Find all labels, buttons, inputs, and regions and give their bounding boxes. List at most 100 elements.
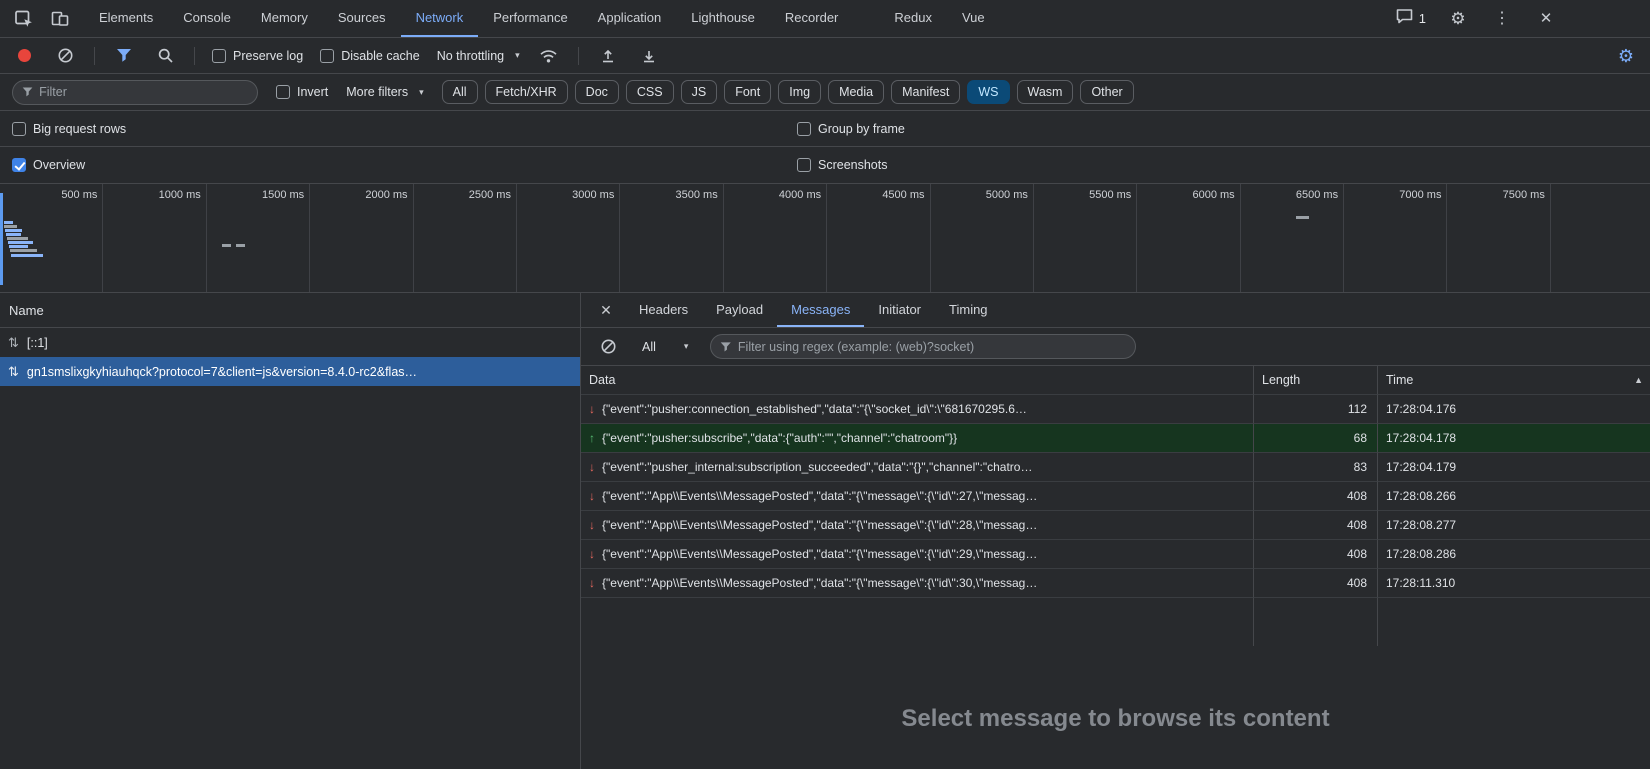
time-column-header[interactable]: Time ▲ xyxy=(1377,366,1650,395)
filter-chip-font[interactable]: Font xyxy=(724,80,772,104)
filter-chip-wasm[interactable]: Wasm xyxy=(1016,80,1074,104)
message-data-text: {"event":"pusher_internal:subscription_s… xyxy=(602,460,1033,474)
checkbox-checked xyxy=(12,158,26,172)
issues-button[interactable]: 1 xyxy=(1395,7,1426,31)
tab-recorder[interactable]: Recorder xyxy=(770,0,853,37)
export-har-button[interactable] xyxy=(637,44,661,68)
filter-chip-ws[interactable]: WS xyxy=(967,80,1010,104)
close-devtools-icon[interactable]: ✕ xyxy=(1534,7,1558,31)
network-settings-gear-icon[interactable]: ⚙ xyxy=(1614,44,1638,68)
search-button[interactable] xyxy=(153,44,177,68)
details-tab-timing[interactable]: Timing xyxy=(935,293,1002,327)
filter-chip-css[interactable]: CSS xyxy=(625,80,674,104)
checkbox-unchecked xyxy=(797,121,811,136)
details-tab-initiator[interactable]: Initiator xyxy=(864,293,935,327)
filter-chip-doc[interactable]: Doc xyxy=(574,80,619,104)
record-icon xyxy=(17,49,31,62)
request-details-panel: ✕ Headers Payload Messages Initiator Timing … xyxy=(581,293,1650,769)
inspect-element-icon[interactable] xyxy=(12,7,36,31)
request-row[interactable]: ⇅ [::1] xyxy=(0,328,580,357)
details-tab-messages[interactable]: Messages xyxy=(777,293,865,327)
tab-elements[interactable]: Elements xyxy=(84,0,168,37)
filter-chip-js[interactable]: JS xyxy=(680,80,718,104)
message-time-cell: 17:28:08.286 xyxy=(1377,540,1650,569)
more-options-icon[interactable]: ⋮ xyxy=(1490,7,1514,31)
message-data-text: {"event":"App\\Events\\MessagePosted","d… xyxy=(602,489,1038,503)
message-data-cell: ↓ {"event":"pusher:connection_established… xyxy=(581,395,1253,424)
tab-application[interactable]: Application xyxy=(583,0,677,37)
regex-filter-input[interactable] xyxy=(737,339,1127,354)
more-filters-select[interactable]: More filters ▾ xyxy=(346,85,423,99)
invert-label: Invert xyxy=(297,85,329,99)
filter-chip-img[interactable]: Img xyxy=(778,80,822,104)
clear-messages-button[interactable] xyxy=(596,335,620,359)
tab-network[interactable]: Network xyxy=(400,0,479,37)
message-type-select[interactable]: All ▾ xyxy=(642,340,688,354)
checkbox-unchecked xyxy=(212,48,226,63)
settings-gear-icon[interactable]: ⚙ xyxy=(1446,7,1470,31)
websocket-icon: ⇅ xyxy=(8,334,19,350)
message-row[interactable]: ↓ {"event":"App\\Events\\MessagePosted","… xyxy=(581,511,1650,540)
message-data-text: {"event":"App\\Events\\MessagePosted","d… xyxy=(602,518,1038,532)
name-column-label: Name xyxy=(9,302,44,318)
chevron-down-icon: ▾ xyxy=(515,50,520,60)
import-har-button[interactable] xyxy=(596,44,620,68)
invert-checkbox[interactable]: Invert xyxy=(276,85,328,99)
throttling-select[interactable]: No throttling ▾ xyxy=(437,49,520,63)
message-data-cell: ↓ {"event":"App\\Events\\MessagePosted","… xyxy=(581,511,1253,540)
request-row[interactable]: ⇅ gn1smslixgkyhiauhqck?protocol=7&client=… xyxy=(0,357,580,386)
message-time-cell: 17:28:08.277 xyxy=(1377,511,1650,540)
requests-column-header[interactable]: Name xyxy=(0,293,580,328)
received-arrow-icon: ↓ xyxy=(589,518,595,532)
tab-console[interactable]: Console xyxy=(168,0,246,37)
filter-toggle-button[interactable] xyxy=(112,44,136,68)
network-overview-timeline[interactable]: 500 ms 1000 ms 1500 ms 2000 ms 2500 ms 3000 m… xyxy=(0,184,1650,293)
message-row[interactable]: ↓ {"event":"pusher:connection_established… xyxy=(581,395,1650,424)
tab-vue[interactable]: Vue xyxy=(947,0,1000,37)
tab-redux[interactable]: Redux xyxy=(879,0,947,37)
tab-performance[interactable]: Performance xyxy=(478,0,582,37)
message-row[interactable]: ↑ {"event":"pusher:subscribe","data":{"au… xyxy=(581,424,1650,453)
received-arrow-icon: ↓ xyxy=(589,460,595,474)
tab-sources[interactable]: Sources xyxy=(323,0,401,37)
filter-input[interactable] xyxy=(39,85,248,99)
details-tab-payload[interactable]: Payload xyxy=(702,293,777,327)
preserve-log-checkbox[interactable]: Preserve log xyxy=(212,48,303,63)
funnel-icon xyxy=(721,341,732,352)
chat-bubble-icon xyxy=(1395,7,1414,31)
tab-memory[interactable]: Memory xyxy=(246,0,323,37)
screenshots-checkbox[interactable]: Screenshots xyxy=(797,158,887,172)
details-tab-headers[interactable]: Headers xyxy=(625,293,702,327)
message-row[interactable]: ↓ {"event":"App\\Events\\MessagePosted","… xyxy=(581,540,1650,569)
close-details-icon[interactable]: ✕ xyxy=(587,293,625,327)
big-request-rows-checkbox[interactable]: Big request rows xyxy=(12,121,126,136)
device-toolbar-icon[interactable] xyxy=(48,7,72,31)
tab-lighthouse[interactable]: Lighthouse xyxy=(676,0,770,37)
message-data-cell: ↓ {"event":"App\\Events\\MessagePosted","… xyxy=(581,569,1253,598)
data-column-header[interactable]: Data xyxy=(581,366,1253,395)
issues-count-badge: 1 xyxy=(1418,11,1426,26)
filter-chip-all[interactable]: All xyxy=(441,80,478,104)
details-tab-strip: Headers Payload Messages Initiator Timing xyxy=(625,293,1002,327)
divider xyxy=(194,46,195,65)
message-row[interactable]: ↓ {"event":"pusher_internal:subscription_… xyxy=(581,453,1650,482)
record-network-log-button[interactable] xyxy=(12,44,36,68)
filter-chip-media[interactable]: Media xyxy=(828,80,885,104)
disable-cache-checkbox[interactable]: Disable cache xyxy=(320,48,420,63)
group-by-frame-checkbox[interactable]: Group by frame xyxy=(797,121,905,136)
clear-network-log-button[interactable] xyxy=(53,44,77,68)
overview-checkbox[interactable]: Overview xyxy=(12,158,85,172)
message-row[interactable]: ↓ {"event":"App\\Events\\MessagePosted","… xyxy=(581,569,1650,598)
length-column-header[interactable]: Length xyxy=(1253,366,1377,395)
filter-chip-fetch-xhr[interactable]: Fetch/XHR xyxy=(484,80,568,104)
clear-icon xyxy=(58,48,72,63)
message-row[interactable]: ↓ {"event":"App\\Events\\MessagePosted","… xyxy=(581,482,1650,511)
request-type-chips: All Fetch/XHR Doc CSS JS Font Img Media Manifest… xyxy=(441,80,1134,104)
filter-chip-other[interactable]: Other xyxy=(1080,80,1134,104)
throttling-value: No throttling xyxy=(436,48,505,63)
requests-panel: Name ⇅ [::1] ⇅ gn1smslixgkyhiauhqck?protoco… xyxy=(0,293,581,769)
filter-chip-manifest[interactable]: Manifest xyxy=(891,80,961,104)
message-data-text: {"event":"pusher:connection_established"… xyxy=(602,402,1027,416)
network-conditions-button[interactable] xyxy=(537,44,561,68)
disable-cache-label: Disable cache xyxy=(341,48,420,63)
